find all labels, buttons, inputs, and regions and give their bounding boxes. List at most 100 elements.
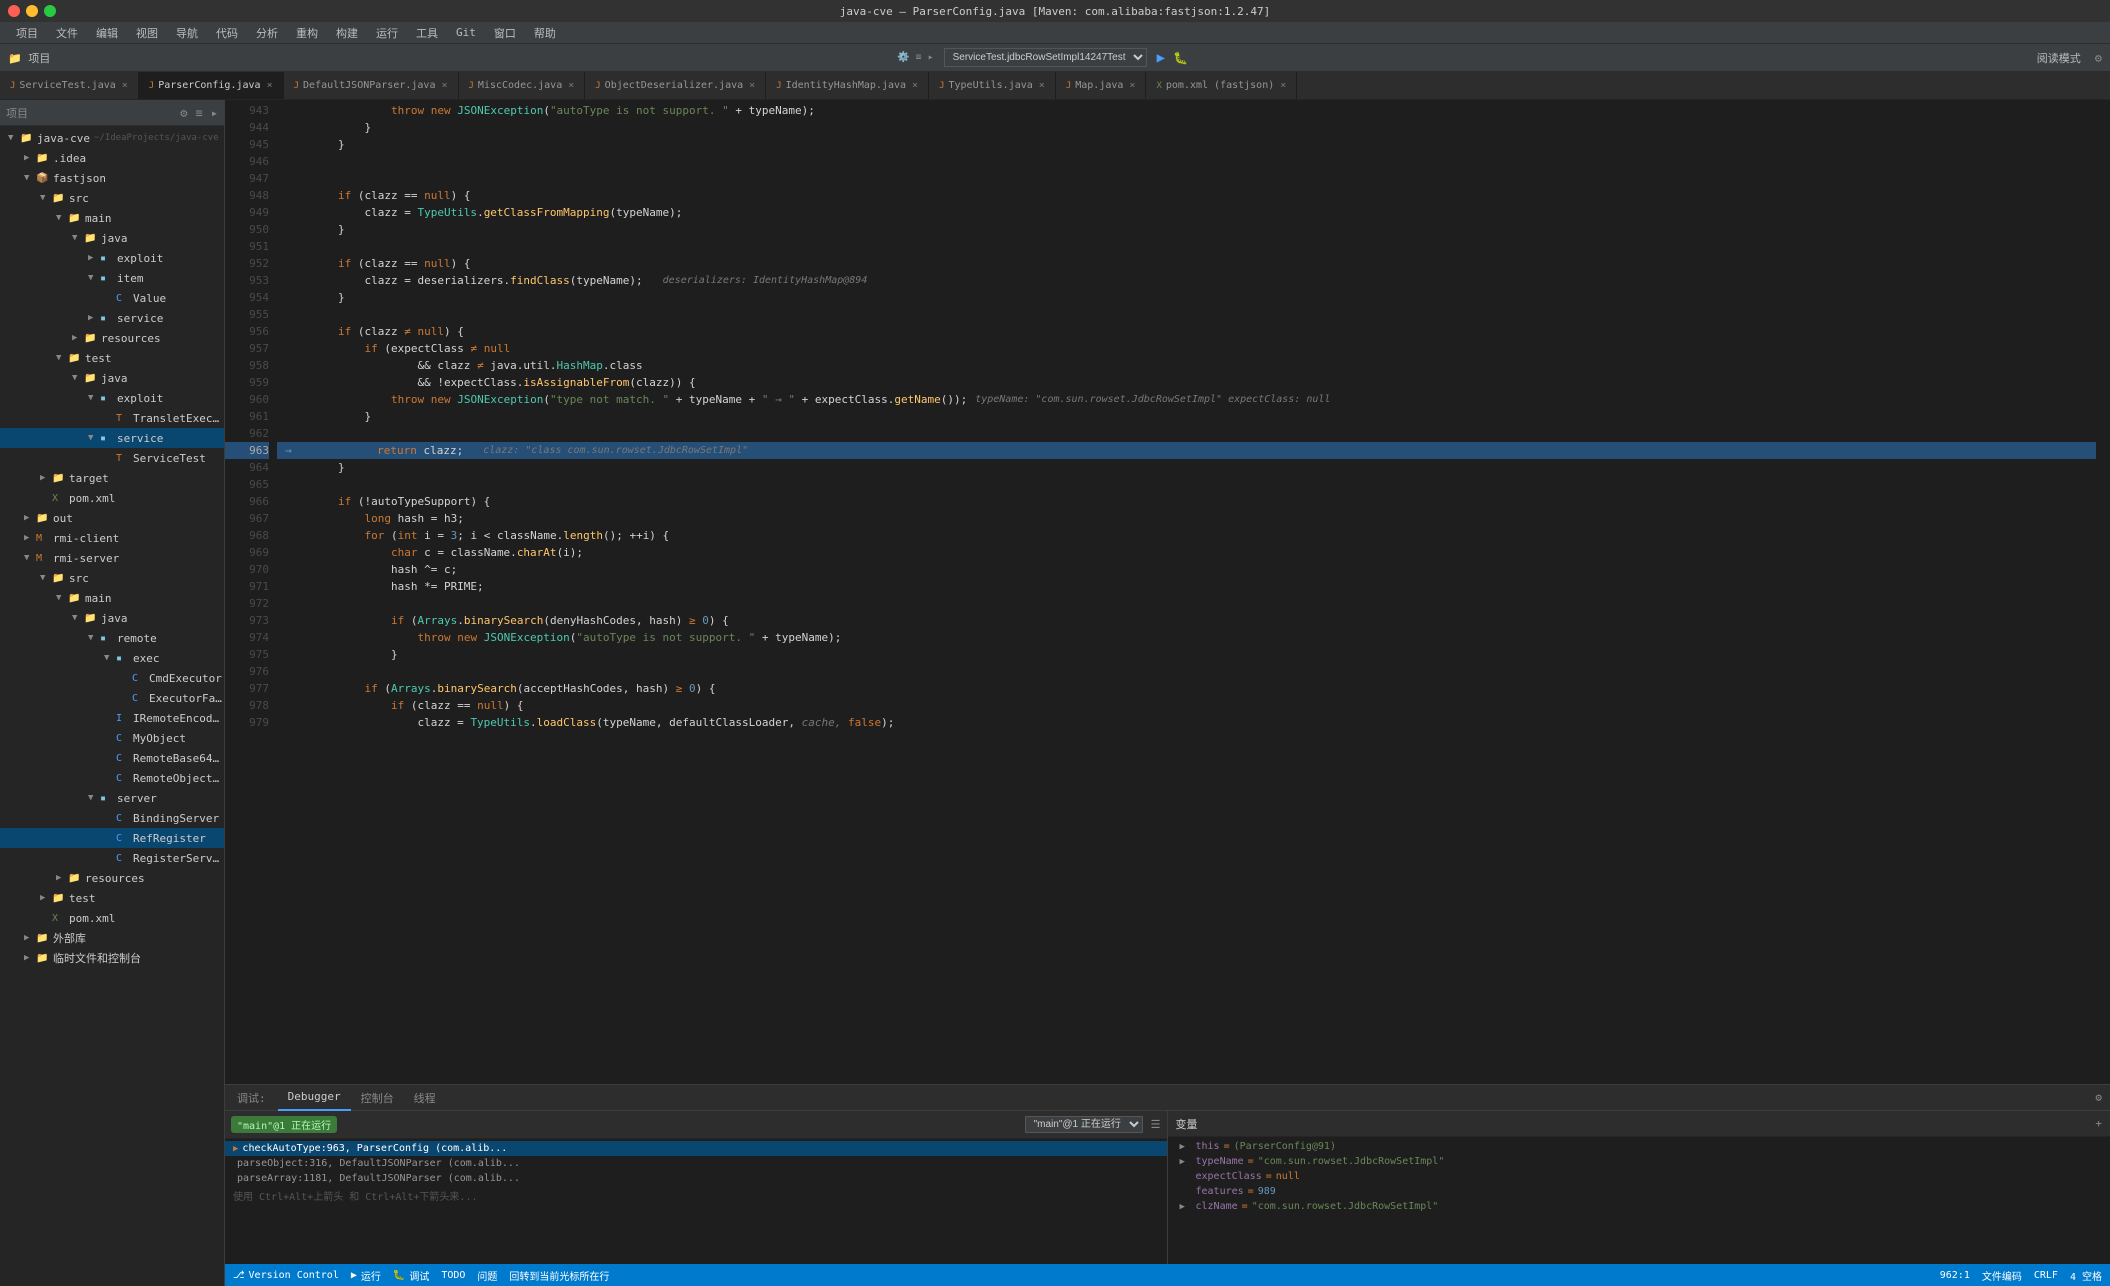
menu-help[interactable]: 帮助 [526, 23, 564, 43]
tree-item-rmi-main[interactable]: ▼ 📁 main [0, 588, 224, 608]
indentation-status[interactable]: 4 空格 [2070, 1268, 2102, 1283]
var-item-typename[interactable]: ▶ typeName = "com.sun.rowset.JdbcRowSetI… [1168, 1154, 2110, 1169]
tab-objectdeserializer[interactable]: J ObjectDeserializer.java × [585, 72, 766, 100]
tree-item-executor-factory[interactable]: C ExecutorFactory [0, 688, 224, 708]
debug-tab-threads[interactable]: 线程 [404, 1085, 446, 1111]
tab-close-icon[interactable]: × [267, 80, 273, 91]
tree-item-register-server[interactable]: C RegisterServer [0, 848, 224, 868]
encoding-status[interactable]: 文件编码 [1982, 1268, 2022, 1283]
tree-item-exec[interactable]: ▼ ▪ exec [0, 648, 224, 668]
tab-close-icon[interactable]: × [1039, 80, 1045, 91]
settings-icon[interactable]: ⚙ [2095, 51, 2102, 65]
tab-close-icon[interactable]: × [1129, 80, 1135, 91]
frame-item-2[interactable]: parseArray:1181, DefaultJSONParser (com.… [225, 1171, 1167, 1186]
tree-item-java-cve[interactable]: ▼ 📁 java-cve ~/IdeaProjects/java-cve [0, 128, 224, 148]
tree-item-test-java[interactable]: ▼ 📁 java [0, 368, 224, 388]
minimize-button[interactable] [26, 5, 38, 17]
run-status[interactable]: ▶ 运行 [351, 1268, 381, 1283]
tree-item-main-java[interactable]: ▼ 📁 java [0, 228, 224, 248]
tree-item-binding-server[interactable]: C BindingServer [0, 808, 224, 828]
code-content[interactable]: throw new JSONException("autoType is not… [277, 100, 2096, 1084]
tree-item-cmd-executor[interactable]: C CmdExecutor [0, 668, 224, 688]
tree-item-test-exploit[interactable]: ▼ ▪ exploit [0, 388, 224, 408]
cursor-position[interactable]: 962:1 [1940, 1270, 1970, 1281]
tree-item-rmi-java[interactable]: ▼ 📁 java [0, 608, 224, 628]
tab-pomxml[interactable]: X pom.xml (fastjson) × [1146, 72, 1297, 100]
debug-tab-output[interactable]: 控制台 [351, 1085, 404, 1111]
frame-item-1[interactable]: parseObject:316, DefaultJSONParser (com.… [225, 1156, 1167, 1171]
close-button[interactable] [8, 5, 20, 17]
menu-window[interactable]: 窗口 [486, 23, 524, 43]
tree-item-rmi-src[interactable]: ▼ 📁 src [0, 568, 224, 588]
frame-item-0[interactable]: ▶ checkAutoType:963, ParserConfig (com.a… [225, 1141, 1167, 1156]
thread-selector[interactable]: "main"@1 正在运行 [1025, 1116, 1143, 1133]
tab-servicetest[interactable]: J ServiceTest.java × [0, 72, 139, 100]
vars-add-icon[interactable]: + [2095, 1117, 2102, 1130]
tab-close-icon[interactable]: × [912, 80, 918, 91]
todo-status[interactable]: TODO [441, 1270, 465, 1281]
var-item-clzname[interactable]: ▶ clzName = "com.sun.rowset.JdbcRowSetIm… [1168, 1199, 2110, 1214]
menu-tools[interactable]: 工具 [408, 23, 446, 43]
debug-tab-console[interactable]: 调试: [225, 1085, 278, 1111]
tree-item-test-service[interactable]: ▼ ▪ service [0, 428, 224, 448]
tab-close-icon[interactable]: × [441, 80, 447, 91]
menu-edit[interactable]: 编辑 [88, 23, 126, 43]
tree-item-fastjson[interactable]: ▼ 📦 fastjson [0, 168, 224, 188]
tree-item-exploit[interactable]: ▶ ▪ exploit [0, 248, 224, 268]
debug-status[interactable]: 🐛 调试 [393, 1268, 429, 1283]
menu-file[interactable]: 文件 [48, 23, 86, 43]
menu-git[interactable]: Git [448, 24, 484, 41]
tree-item-translet-executor-test[interactable]: T TransletExecutorTest [0, 408, 224, 428]
tree-item-remote-base64[interactable]: C RemoteBase64EncoderImpl [0, 748, 224, 768]
debug-settings-icon[interactable]: ⚙ [2087, 1091, 2110, 1104]
run-button[interactable]: ▶ [1157, 50, 1165, 66]
debug-run-button[interactable]: 🐛 [1173, 51, 1188, 65]
tree-item-rmi-test[interactable]: ▶ 📁 test [0, 888, 224, 908]
menu-refactor[interactable]: 重构 [288, 23, 326, 43]
var-item-this[interactable]: ▶ this = (ParserConfig@91) [1168, 1139, 2110, 1154]
tree-item-ref-register[interactable]: C RefRegister [0, 828, 224, 848]
tree-item-remote[interactable]: ▼ ▪ remote [0, 628, 224, 648]
thread-filter-icon[interactable]: ☰ [1151, 1118, 1161, 1131]
sidebar-collapse-icon[interactable]: ≡ [196, 106, 203, 120]
tab-typeutils[interactable]: J TypeUtils.java × [929, 72, 1056, 100]
menu-navigate[interactable]: 导航 [168, 23, 206, 43]
menu-build[interactable]: 构建 [328, 23, 366, 43]
tab-close-icon[interactable]: × [749, 80, 755, 91]
tree-item-src[interactable]: ▼ 📁 src [0, 188, 224, 208]
tab-map[interactable]: J Map.java × [1056, 72, 1147, 100]
menu-project[interactable]: 项目 [8, 23, 46, 43]
tree-item-resources-main[interactable]: ▶ 📁 resources [0, 328, 224, 348]
project-toggle[interactable]: 📁 项目 [8, 50, 50, 66]
tree-item-external-libs[interactable]: ▶ 📁 外部库 [0, 928, 224, 948]
vars-tab[interactable]: 变量 [1176, 1116, 1198, 1132]
run-config-select[interactable]: ServiceTest.jdbcRowSetImpl14247Test [944, 48, 1147, 67]
tree-item-test[interactable]: ▼ 📁 test [0, 348, 224, 368]
tab-identityhashmap[interactable]: J IdentityHashMap.java × [766, 72, 929, 100]
tab-close-icon[interactable]: × [1280, 80, 1286, 91]
tree-item-rmi-server[interactable]: ▼ M rmi-server [0, 548, 224, 568]
tab-misccodec[interactable]: J MiscCodec.java × [459, 72, 586, 100]
tree-item-remote-object[interactable]: C RemoteObjectEncoderImpl [0, 768, 224, 788]
tab-defaultjsonparser[interactable]: J DefaultJSONParser.java × [284, 72, 459, 100]
sidebar-settings-icon[interactable]: ▸ [211, 106, 218, 120]
tree-item-server[interactable]: ▼ ▪ server [0, 788, 224, 808]
tree-item-out[interactable]: ▶ 📁 out [0, 508, 224, 528]
tree-item-my-object[interactable]: C MyObject [0, 728, 224, 748]
menu-run[interactable]: 运行 [368, 23, 406, 43]
line-ending-status[interactable]: CRLF [2034, 1270, 2058, 1281]
vcs-status[interactable]: ⎇ Version Control [233, 1270, 339, 1281]
menu-code[interactable]: 代码 [208, 23, 246, 43]
menu-analyze[interactable]: 分析 [248, 23, 286, 43]
tab-close-icon[interactable]: × [568, 80, 574, 91]
problems-status[interactable]: 问题 [477, 1268, 497, 1283]
maximize-button[interactable] [44, 5, 56, 17]
tree-item-scratch[interactable]: ▶ 📁 临时文件和控制台 [0, 948, 224, 968]
sidebar-gear-icon[interactable]: ⚙ [180, 106, 187, 120]
tree-item-idea[interactable]: ▶ 📁 .idea [0, 148, 224, 168]
tree-item-pom-fastjson[interactable]: X pom.xml [0, 488, 224, 508]
tree-item-pom-rmi[interactable]: X pom.xml [0, 908, 224, 928]
var-item-features[interactable]: features = 989 [1168, 1184, 2110, 1199]
var-item-expectclass[interactable]: expectClass = null [1168, 1169, 2110, 1184]
tree-item-service-main[interactable]: ▶ ▪ service [0, 308, 224, 328]
